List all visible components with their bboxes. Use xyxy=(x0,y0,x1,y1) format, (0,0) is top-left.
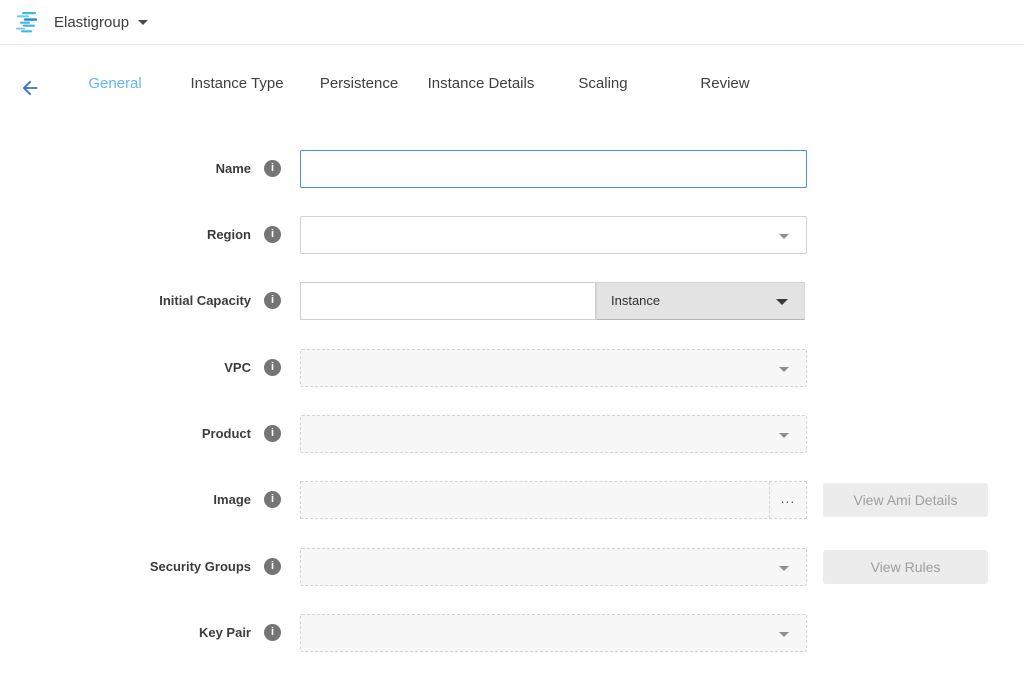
info-icon[interactable]: i xyxy=(264,292,281,309)
initial-capacity-label: Initial Capacity xyxy=(0,282,251,320)
image-input[interactable]: ... xyxy=(300,481,807,519)
info-icon[interactable]: i xyxy=(264,226,281,243)
chevron-down-icon[interactable] xyxy=(138,20,148,25)
form-row-security-groups: Security Groups i View Rules xyxy=(0,548,1024,586)
chevron-down-icon xyxy=(776,299,788,305)
info-icon[interactable]: i xyxy=(264,558,281,575)
capacity-unit-value: Instance xyxy=(597,283,804,319)
security-groups-select[interactable] xyxy=(300,548,807,586)
back-button[interactable] xyxy=(17,75,43,101)
tab-persistence[interactable]: Persistence xyxy=(298,46,420,121)
view-ami-details-button[interactable]: View Ami Details xyxy=(823,483,988,517)
info-icon[interactable]: i xyxy=(264,491,281,508)
tab-persistence-label: Persistence xyxy=(320,75,398,92)
chevron-down-icon xyxy=(779,566,789,571)
elastigroup-logo-icon xyxy=(15,10,42,34)
general-form: Name i Region i Initial Capacity i In xyxy=(0,121,1024,688)
back-arrow-icon xyxy=(19,77,41,99)
app-title[interactable]: Elastigroup xyxy=(54,14,129,31)
chevron-down-icon xyxy=(779,234,789,239)
form-row-region: Region i xyxy=(0,216,1024,254)
name-label: Name xyxy=(0,150,251,188)
tab-general-label: General xyxy=(88,75,141,92)
name-input[interactable] xyxy=(300,150,807,188)
form-row-image: Image i ... View Ami Details xyxy=(0,481,1024,519)
tab-review-label: Review xyxy=(700,75,749,92)
form-row-key-pair: Key Pair i xyxy=(0,614,1024,652)
wizard-tabbar: General Instance Type Persistence Instan… xyxy=(0,46,1024,122)
region-label: Region xyxy=(0,216,251,254)
region-select[interactable] xyxy=(300,216,807,254)
tab-general[interactable]: General xyxy=(54,46,176,121)
key-pair-select[interactable] xyxy=(300,614,807,652)
form-row-vpc: VPC i xyxy=(0,349,1024,387)
info-icon[interactable]: i xyxy=(264,359,281,376)
tab-instance-type[interactable]: Instance Type xyxy=(176,46,298,121)
chevron-down-icon xyxy=(779,632,789,637)
page: Elastigroup General Instance Type Persis… xyxy=(0,0,1024,688)
product-label: Product xyxy=(0,415,251,453)
product-select[interactable] xyxy=(300,415,807,453)
vpc-select[interactable] xyxy=(300,349,807,387)
form-row-product: Product i xyxy=(0,415,1024,453)
form-row-name: Name i xyxy=(0,150,1024,188)
tab-scaling[interactable]: Scaling xyxy=(542,46,664,121)
key-pair-label: Key Pair xyxy=(0,614,251,652)
tab-instance-details[interactable]: Instance Details xyxy=(420,46,542,121)
vpc-label: VPC xyxy=(0,349,251,387)
tab-instance-details-label: Instance Details xyxy=(428,75,535,92)
image-label: Image xyxy=(0,481,251,519)
image-browse-button[interactable]: ... xyxy=(769,482,806,518)
app-header: Elastigroup xyxy=(0,0,1024,45)
chevron-down-icon xyxy=(779,433,789,438)
chevron-down-icon xyxy=(779,367,789,372)
form-row-initial-capacity: Initial Capacity i Instance xyxy=(0,282,1024,320)
tab-review[interactable]: Review xyxy=(664,46,786,121)
wizard-tabs: General Instance Type Persistence Instan… xyxy=(54,46,786,121)
capacity-unit-select[interactable]: Instance xyxy=(596,282,805,320)
tab-scaling-label: Scaling xyxy=(578,75,627,92)
view-rules-button[interactable]: View Rules xyxy=(823,550,988,584)
initial-capacity-input[interactable] xyxy=(300,282,596,320)
tab-instance-type-label: Instance Type xyxy=(190,75,283,92)
info-icon[interactable]: i xyxy=(264,425,281,442)
security-groups-label: Security Groups xyxy=(0,548,251,586)
info-icon[interactable]: i xyxy=(264,624,281,641)
info-icon[interactable]: i xyxy=(264,160,281,177)
